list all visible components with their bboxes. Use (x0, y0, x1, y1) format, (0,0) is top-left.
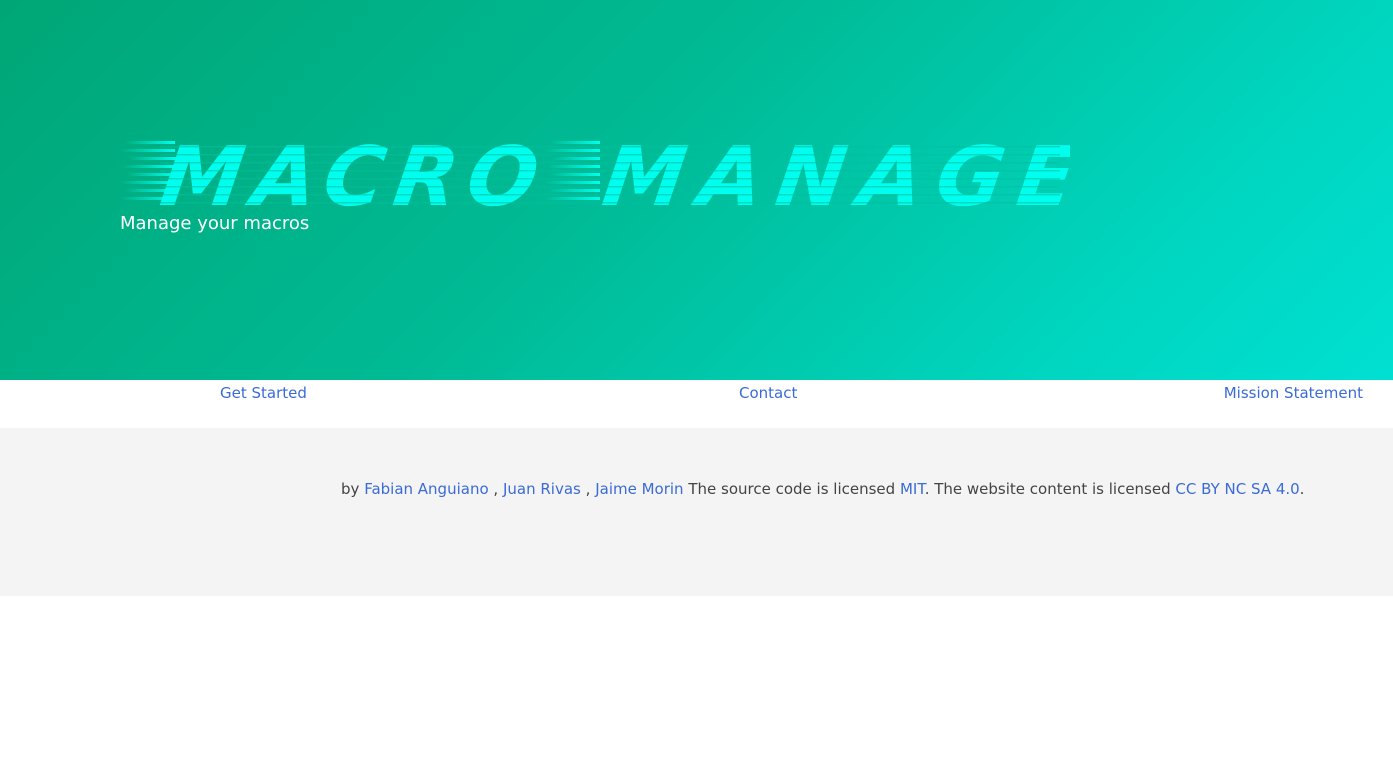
author-separator: , (493, 480, 499, 498)
hero-banner: MACRO MANAGE Manage your macros (0, 0, 1393, 380)
source-license-text: The source code is licensed (688, 480, 896, 498)
cc-license-link[interactable]: CC BY NC SA 4.0 (1175, 480, 1299, 498)
footer-end-period: . (1299, 480, 1305, 498)
content-license-text: . The website content is licensed (924, 480, 1171, 498)
author-link-juan-rivas[interactable]: Juan Rivas (503, 480, 581, 498)
site-logo: MACRO MANAGE (120, 135, 1070, 211)
nav-mission-statement-link[interactable]: Mission Statement (1224, 384, 1363, 402)
footer-credits: by Fabian Anguiano , Juan Rivas , Jaime … (341, 480, 1304, 498)
author-separator: , (585, 480, 591, 498)
site-footer: by Fabian Anguiano , Juan Rivas , Jaime … (0, 428, 1393, 596)
nav-get-started-link[interactable]: Get Started (220, 384, 307, 402)
author-link-jaime-morin[interactable]: Jaime Morin (595, 480, 683, 498)
hero-tagline: Manage your macros (120, 213, 310, 234)
author-link-fabian-anguiano[interactable]: Fabian Anguiano (364, 480, 488, 498)
mit-license-link[interactable]: MIT (900, 480, 925, 498)
nav-contact-link[interactable]: Contact (739, 384, 797, 402)
footer-by-text: by (341, 480, 360, 498)
main-nav: Get Started Contact Mission Statement (0, 380, 1393, 428)
